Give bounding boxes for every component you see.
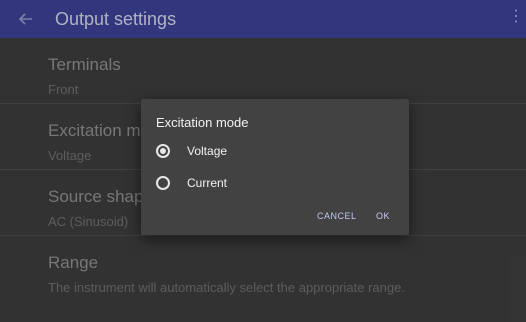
- option-label: Voltage: [187, 144, 228, 158]
- option-voltage[interactable]: Voltage: [156, 144, 227, 158]
- screen: Output settings ⋮ Terminals Front Excita…: [0, 0, 526, 322]
- ok-button[interactable]: OK: [376, 211, 390, 221]
- option-label: Current: [187, 176, 228, 190]
- dialog-title: Excitation mode: [156, 115, 249, 130]
- cancel-button[interactable]: CANCEL: [317, 211, 357, 221]
- option-current[interactable]: Current: [156, 176, 227, 190]
- excitation-mode-dialog: Excitation mode Voltage Current CANCEL O…: [141, 99, 409, 235]
- radio-selected-icon[interactable]: [156, 144, 170, 158]
- radio-unselected-icon[interactable]: [156, 176, 170, 190]
